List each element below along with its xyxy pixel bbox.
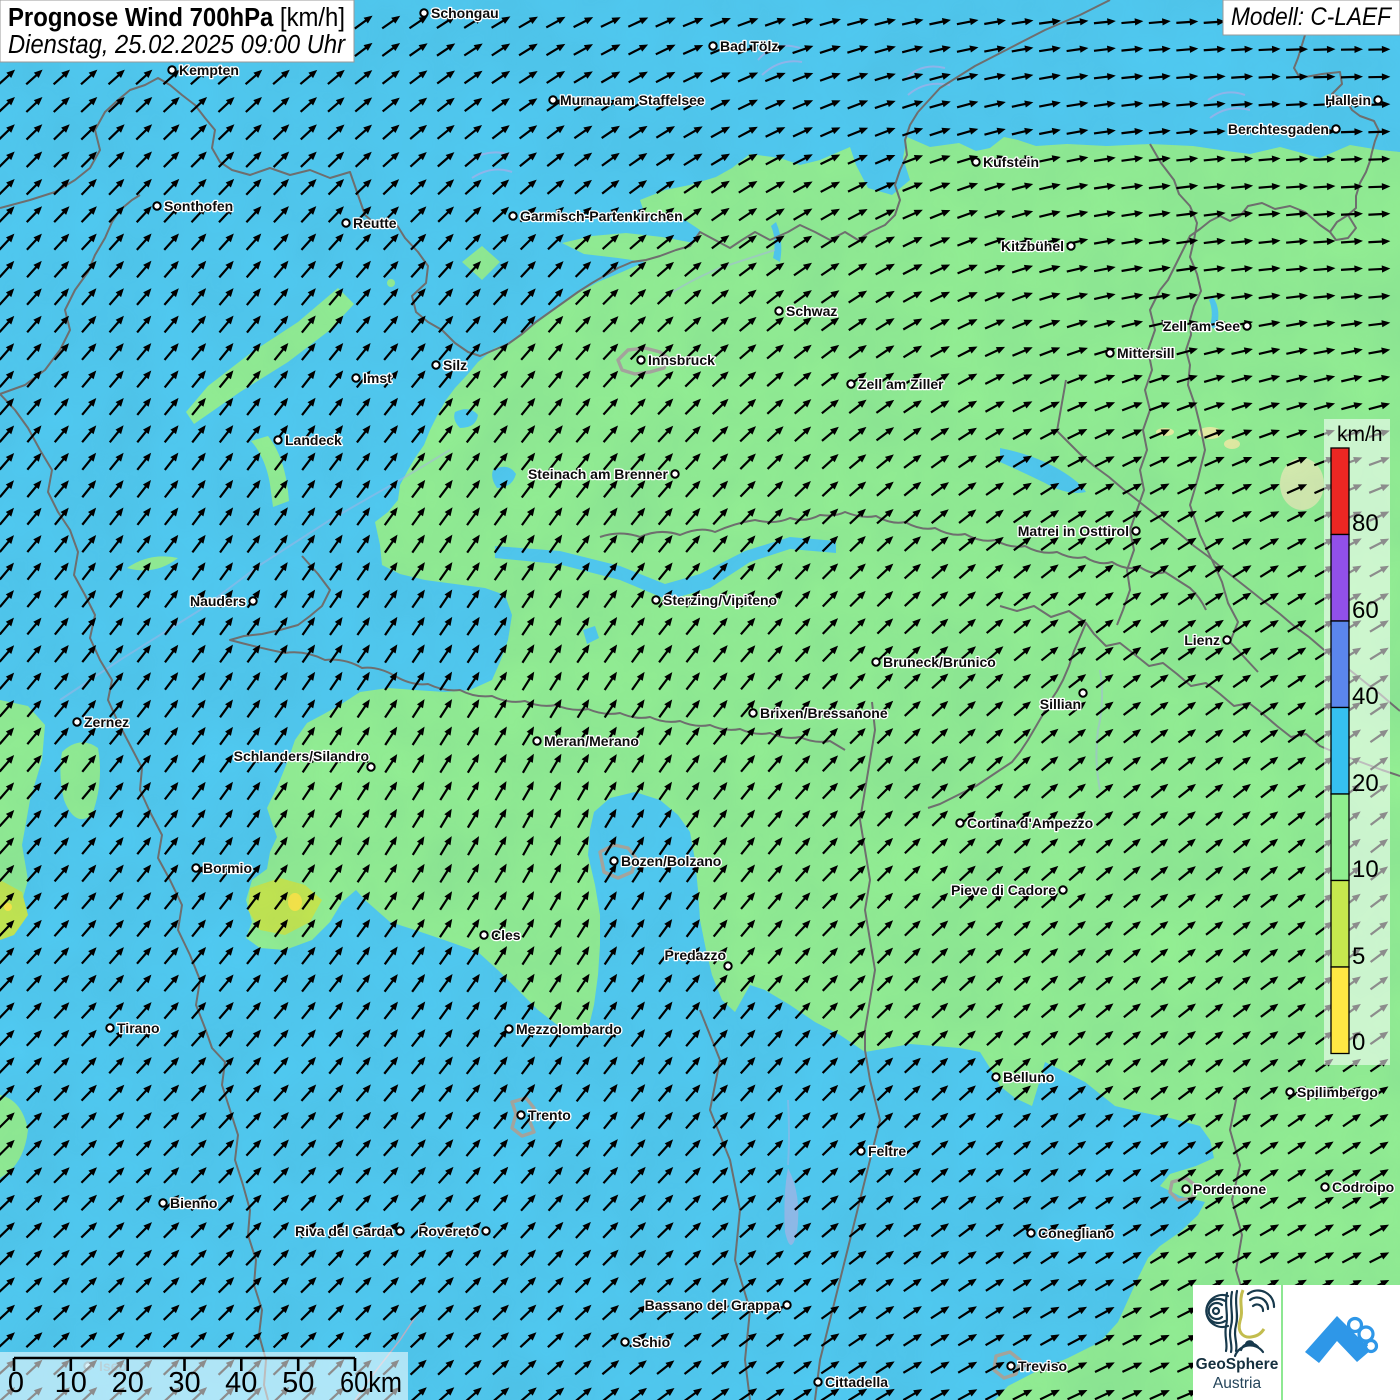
svg-text:Mittersill: Mittersill (1117, 345, 1175, 361)
svg-text:Zell am See: Zell am See (1163, 318, 1240, 334)
svg-text:Schio: Schio (632, 1334, 670, 1350)
svg-text:Bozen/Bolzano: Bozen/Bolzano (621, 853, 721, 869)
svg-text:Sillian: Sillian (1040, 696, 1081, 712)
svg-text:0: 0 (1352, 1029, 1365, 1056)
svg-text:Sterzing/Vipiteno: Sterzing/Vipiteno (663, 592, 777, 608)
svg-text:GeoSphere: GeoSphere (1196, 1356, 1279, 1373)
svg-text:Bienno: Bienno (170, 1195, 217, 1211)
svg-text:Mezzolombardo: Mezzolombardo (516, 1021, 622, 1037)
svg-text:Garmisch-Partenkirchen: Garmisch-Partenkirchen (520, 208, 683, 224)
svg-text:Tirano: Tirano (117, 1020, 160, 1036)
svg-text:km/h: km/h (1337, 423, 1383, 446)
svg-text:Austria: Austria (1213, 1375, 1262, 1392)
svg-text:Bormio: Bormio (203, 860, 252, 876)
svg-text:Berchtesgaden: Berchtesgaden (1228, 121, 1329, 137)
svg-text:30: 30 (168, 1367, 200, 1399)
svg-text:Murnau am Staffelsee: Murnau am Staffelsee (560, 92, 705, 108)
svg-text:Pieve di Cadore: Pieve di Cadore (951, 882, 1056, 898)
svg-text:Cittadella: Cittadella (825, 1374, 888, 1390)
svg-text:60km: 60km (340, 1367, 402, 1399)
svg-text:20: 20 (1352, 770, 1379, 797)
svg-text:Belluno: Belluno (1003, 1069, 1054, 1085)
svg-text:10: 10 (55, 1367, 87, 1399)
svg-text:Trento: Trento (528, 1107, 571, 1123)
svg-text:40: 40 (1352, 683, 1379, 710)
svg-text:Schongau: Schongau (431, 5, 499, 21)
svg-text:60: 60 (1352, 597, 1379, 624)
svg-text:10: 10 (1352, 856, 1379, 883)
svg-text:5: 5 (1352, 943, 1365, 970)
svg-text:20: 20 (112, 1367, 144, 1399)
svg-text:50: 50 (282, 1367, 314, 1399)
svg-text:Kufstein: Kufstein (983, 154, 1039, 170)
svg-text:Meran/Merano: Meran/Merano (544, 733, 639, 749)
svg-text:Brixen/Bressanone: Brixen/Bressanone (760, 705, 888, 721)
svg-text:Spilimbergo: Spilimbergo (1297, 1084, 1378, 1100)
svg-text:Conegliano: Conegliano (1038, 1225, 1114, 1241)
svg-text:Cortina d'Ampezzo: Cortina d'Ampezzo (967, 815, 1093, 831)
svg-text:Silz: Silz (443, 357, 467, 373)
svg-text:Bruneck/Brunico: Bruneck/Brunico (883, 654, 996, 670)
svg-text:Sonthofen: Sonthofen (164, 198, 233, 214)
svg-text:Cles: Cles (491, 927, 521, 943)
svg-text:Steinach am Brenner: Steinach am Brenner (528, 466, 669, 482)
svg-text:Kitzbühel: Kitzbühel (1001, 238, 1064, 254)
svg-text:Lienz: Lienz (1184, 632, 1220, 648)
svg-text:Riva del Garda: Riva del Garda (295, 1223, 393, 1239)
svg-text:Hallein: Hallein (1325, 92, 1371, 108)
svg-text:Zell am Ziller: Zell am Ziller (858, 376, 944, 392)
svg-text:Zernez: Zernez (84, 714, 129, 730)
svg-text:Schlanders/Silandro: Schlanders/Silandro (234, 748, 369, 764)
svg-text:Bassano del Grappa: Bassano del Grappa (645, 1297, 781, 1313)
svg-text:Kempten: Kempten (179, 62, 239, 78)
svg-text:Imst: Imst (363, 370, 392, 386)
svg-text:Schwaz: Schwaz (786, 303, 837, 319)
svg-text:Matrei in Osttirol: Matrei in Osttirol (1018, 523, 1129, 539)
svg-text:Treviso: Treviso (1018, 1358, 1067, 1374)
svg-text:Prognose Wind 700hPa [km/h]: Prognose Wind 700hPa [km/h] (8, 4, 345, 32)
svg-text:Pordenone: Pordenone (1193, 1181, 1266, 1197)
svg-text:Predazzo: Predazzo (665, 947, 726, 963)
svg-text:Rovereto: Rovereto (418, 1223, 479, 1239)
svg-text:Dienstag, 25.02.2025 09:00 Uhr: Dienstag, 25.02.2025 09:00 Uhr (8, 31, 346, 59)
svg-text:Codroipo: Codroipo (1332, 1179, 1394, 1195)
svg-text:Reutte: Reutte (353, 215, 397, 231)
svg-text:Modell: C-LAEF: Modell: C-LAEF (1231, 3, 1393, 31)
svg-text:Landeck: Landeck (285, 432, 342, 448)
svg-text:0: 0 (8, 1367, 24, 1399)
svg-text:Nauders: Nauders (190, 593, 246, 609)
svg-text:80: 80 (1352, 510, 1379, 537)
svg-text:Bad Tölz: Bad Tölz (720, 38, 778, 54)
svg-text:Feltre: Feltre (868, 1143, 906, 1159)
svg-text:40: 40 (225, 1367, 257, 1399)
svg-text:Innsbruck: Innsbruck (648, 352, 715, 368)
